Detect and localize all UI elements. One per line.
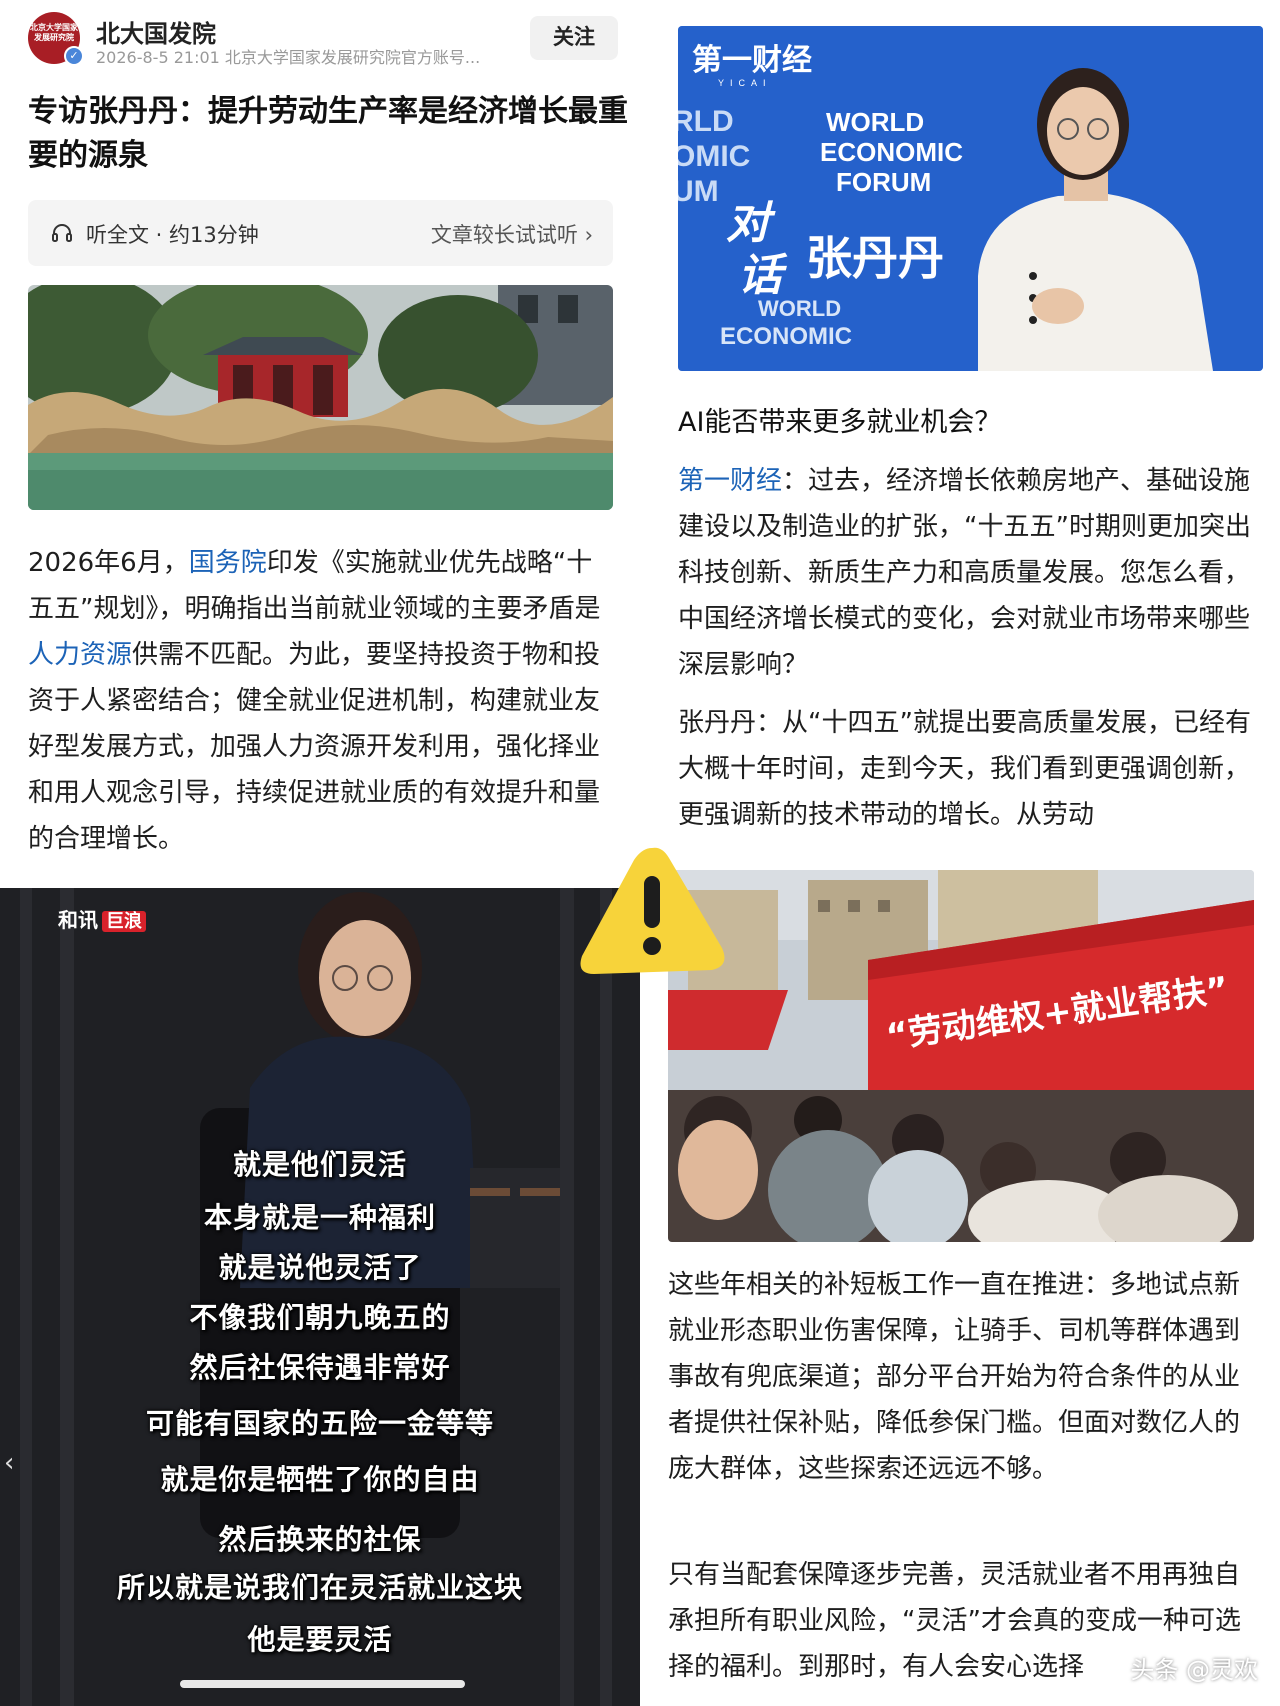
- question-text: ：过去，经济增长依赖房地产、基础设施建设以及制造业的扩张，“十五五”时期则更加突…: [678, 466, 1251, 680]
- subtitle-line: 然后社保待遇非常好: [189, 1351, 451, 1384]
- listen-hint[interactable]: 文章较长试试听 ›: [431, 219, 593, 249]
- article-title: 专访张丹丹：提升劳动生产率是经济增长最重要的源泉: [28, 94, 628, 173]
- warning-icon: [580, 847, 725, 974]
- article-panel: 北京大学国家发展研究院 ✓ 北大国发院 2026-8-5 21:01 北京大学国…: [0, 0, 640, 880]
- listen-bar[interactable]: 听全文 · 约13分钟 文章较长试试听 ›: [28, 200, 613, 266]
- video-panel[interactable]: 和讯 巨浪 就是他们灵活 本身就是一种福利 就是说他灵活了 不像我们朝九晚五的 然…: [0, 888, 640, 1706]
- caption-hua: 话: [738, 250, 788, 301]
- chevron-left-icon[interactable]: ‹: [4, 1448, 14, 1478]
- listen-label: 听全文 · 约13分钟: [86, 223, 259, 247]
- subtitle-line: 不像我们朝九晚五的: [189, 1301, 451, 1334]
- watermark: 头条 @灵欢: [1130, 1656, 1258, 1684]
- interview-video-frame[interactable]: 第一财经 YICAI RLD OMIC UM WORLD ECONOMIC FO…: [678, 26, 1263, 371]
- interview-panel: 第一财经 YICAI RLD OMIC UM WORLD ECONOMIC FO…: [660, 0, 1280, 880]
- link-state-council[interactable]: 国务院: [189, 548, 267, 578]
- wef-fragment-3: UM: [678, 175, 719, 208]
- answer-paragraph: 张丹丹：从“十四五”就提出要高质量发展，已经有大概十年时间，走到今天，我们看到更…: [678, 708, 1251, 830]
- subtitle-line: 本身就是一种福利: [203, 1201, 436, 1234]
- paragraph-support: 这些年相关的补短板工作一直在推进：多地试点新就业形态职业伤害保障，让骑手、司机等…: [668, 1270, 1241, 1484]
- jobfair-panel: “劳动维权+就业帮扶” 这些年相关的补短板工作一直在推进：多地试点新就业形态职业…: [650, 860, 1280, 1706]
- wef-logo-line2: ECONOMIC: [820, 137, 963, 167]
- subtitle-line: 他是要灵活: [247, 1623, 393, 1656]
- follow-button[interactable]: 关注: [530, 16, 618, 60]
- wef-fragment-1: RLD: [678, 105, 734, 138]
- subtitle-line: 就是他们灵活: [232, 1148, 407, 1181]
- subtitle-line: 可能有国家的五险一金等等: [145, 1407, 494, 1440]
- account-logo-text: 北京大学国家发展研究院: [30, 23, 78, 42]
- caption-name: 张丹丹: [806, 231, 944, 285]
- paragraph-text: 2026年6月，: [28, 548, 189, 578]
- channel-logo: 第一财经: [692, 43, 812, 77]
- headphones-icon: [52, 224, 72, 242]
- wef-logo-line1: WORLD: [826, 107, 924, 137]
- link-human-resources[interactable]: 人力资源: [28, 640, 132, 670]
- home-indicator[interactable]: [180, 1680, 465, 1688]
- channel-sub: YICAI: [718, 78, 772, 88]
- wef-logo-line3: FORUM: [836, 167, 931, 197]
- subtitle-line: 就是你是牺牲了你的自由: [160, 1463, 480, 1496]
- article-paragraph: 2026年6月，国务院印发《实施就业优先战略“十五五”规划》，明确指出当前就业领…: [28, 540, 618, 862]
- caption-dui: 对: [726, 198, 776, 249]
- garden-photo: [28, 285, 613, 510]
- question-speaker[interactable]: 第一财经: [678, 466, 782, 496]
- subtitle-line: 就是说他灵活了: [218, 1251, 422, 1284]
- question-paragraph: 第一财经：过去，经济增长依赖房地产、基础设施建设以及制造业的扩张，“十五五”时期…: [678, 458, 1263, 688]
- account-header: 北京大学国家发展研究院 ✓ 北大国发院 2026-8-5 21:01 北京大学国…: [28, 12, 618, 67]
- subtitle-stack: 就是他们灵活 本身就是一种福利 就是说他灵活了 不像我们朝九晚五的 然后社保待遇…: [0, 888, 640, 1706]
- verified-icon: ✓: [64, 46, 84, 66]
- job-fair-photo: “劳动维权+就业帮扶”: [668, 870, 1254, 1242]
- wef-fragment-2: OMIC: [678, 140, 750, 173]
- section-heading: AI能否带来更多就业机会？: [678, 407, 1002, 438]
- paragraph-text: 供需不匹配。为此，要坚持投资于物和投资于人紧密结合；健全就业促进机制，构建就业友…: [28, 640, 601, 854]
- wef-bottom-2: ECONOMIC: [720, 323, 852, 350]
- post-meta: 2026-8-5 21:01 北京大学国家发展研究院官方账号...: [96, 48, 481, 67]
- subtitle-line: 所以就是说我们在灵活就业这块: [116, 1571, 523, 1604]
- subtitle-line: 然后换来的社保: [218, 1523, 422, 1556]
